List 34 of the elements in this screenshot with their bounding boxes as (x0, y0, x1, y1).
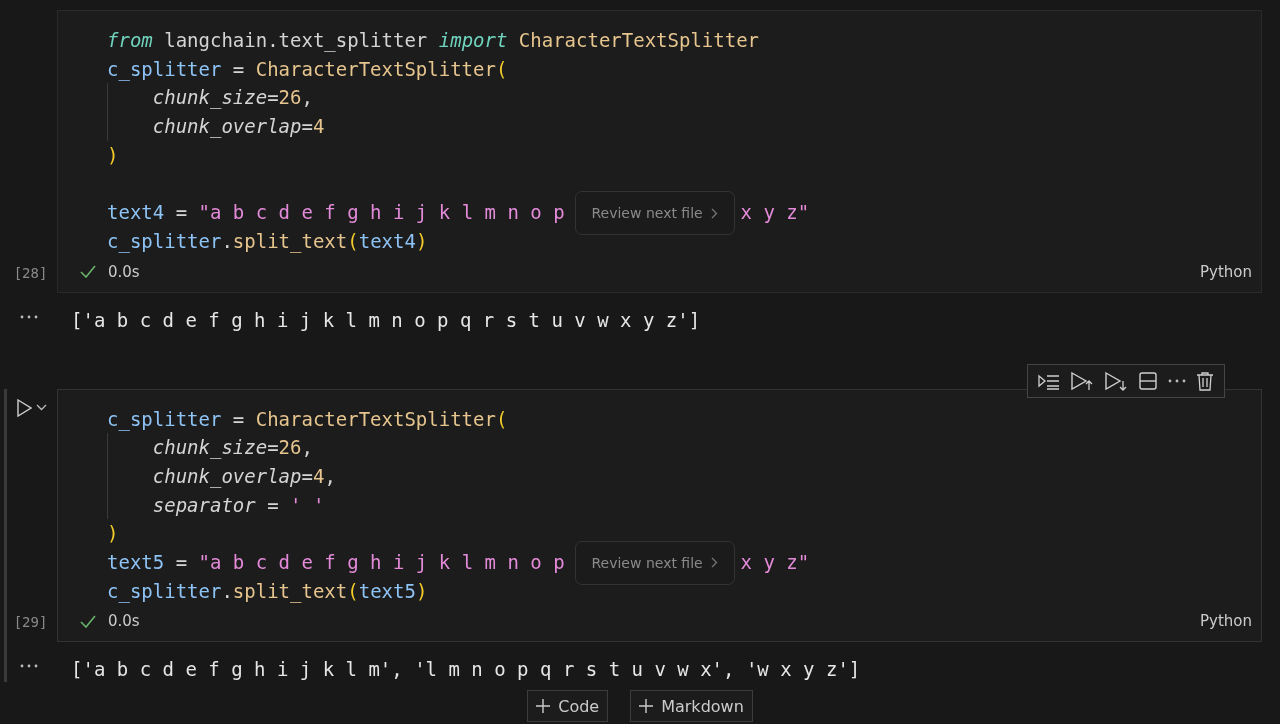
plus-icon (536, 699, 551, 714)
run-above-icon[interactable] (1070, 370, 1094, 391)
code-line: c_splitter.split_text(text4) (107, 228, 428, 255)
split-cell-icon[interactable] (1138, 370, 1158, 391)
output-menu-icon[interactable] (19, 664, 38, 669)
code-cell[interactable]: c_splitter = CharacterTextSplitter( chunk_size=26, chunk_overlap=4, separator = ' ' ) text5 = "a b c d e f g h i j k l m n o p Review next file x y z" c_splitter.split_text(text5) 0.0s Python (57, 388, 1262, 643)
chevron-down-icon[interactable] (36, 404, 47, 411)
code-line: ) (107, 142, 119, 168)
cell-output: ['a b c d e f g h i j k l m n o p q r s t u v w x y z'] (71, 307, 701, 333)
code-line: c_splitter.split_text(text5) (107, 578, 428, 605)
language-label[interactable]: Python (1200, 262, 1252, 281)
plus-icon (639, 699, 654, 714)
execution-time: 0.0s (108, 262, 140, 281)
execution-count: [28] (13, 263, 48, 283)
code-line: ) (107, 521, 119, 547)
delete-icon[interactable] (1196, 370, 1214, 391)
add-cell-button[interactable]: Markdown (630, 690, 753, 723)
more-icon[interactable] (1168, 378, 1186, 383)
chevron-right-icon (710, 557, 718, 569)
code-line: c_splitter = CharacterTextSplitter( (107, 406, 508, 433)
execution-time: 0.0s (108, 612, 140, 631)
add-cell-button[interactable]: Code (527, 690, 609, 723)
execution-count: [29] (13, 613, 48, 633)
run-icon[interactable] (16, 398, 32, 417)
review-next-file-button[interactable]: Review next file (574, 191, 735, 236)
run-below-icon[interactable] (1104, 370, 1128, 391)
code-line: c_splitter = CharacterTextSplitter( (107, 56, 508, 83)
chevron-right-icon (710, 207, 718, 219)
cell-output: ['a b c d e f g h i j k l m', 'l m n o p q r s t u v w x', 'w x y z'] (71, 657, 861, 683)
output-menu-icon[interactable] (19, 314, 38, 319)
language-label[interactable]: Python (1200, 612, 1252, 631)
code-cell[interactable] (57, 10, 1262, 293)
code-line: from langchain.text_splitter import CharacterTextSplitter (107, 28, 760, 54)
review-next-file-button[interactable]: Review next file (574, 540, 735, 585)
